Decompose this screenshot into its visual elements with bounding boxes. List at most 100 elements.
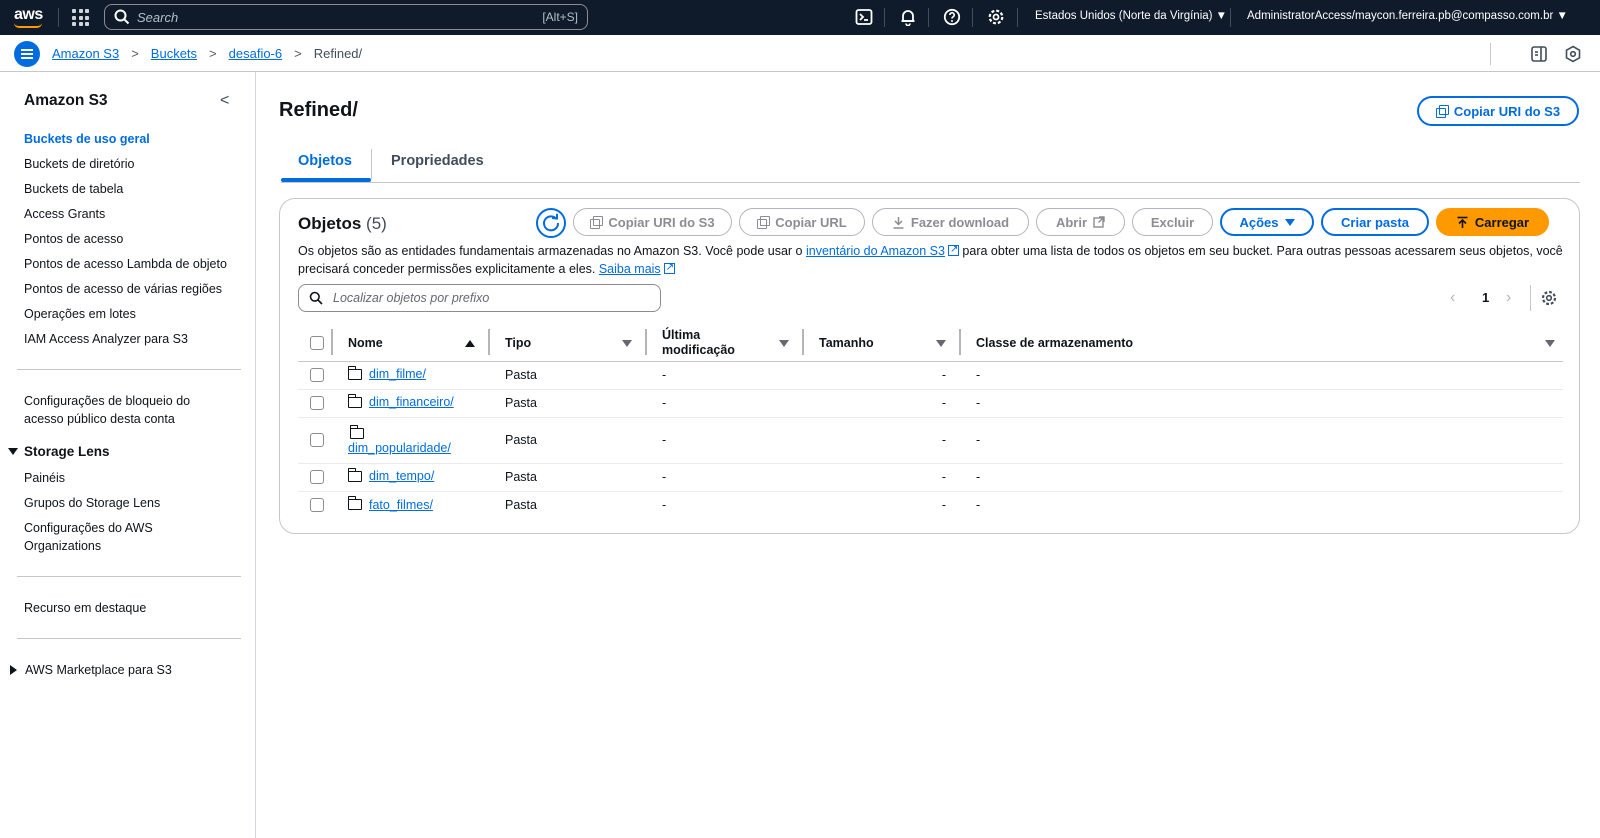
column-header-name[interactable]: Nome [332, 326, 489, 361]
learn-more-link[interactable]: Saiba mais [599, 262, 661, 276]
breadcrumb-amazon-s3[interactable]: Amazon S3 [52, 46, 119, 61]
row-checkbox[interactable] [310, 470, 324, 484]
sidebar-item-access-grants[interactable]: Access Grants [24, 205, 105, 223]
caret-down-icon [1284, 218, 1295, 226]
column-header-storage-class[interactable]: Classe de armazenamento [960, 326, 1563, 361]
objects-panel: Objetos (5) Copiar URI do S3 Copiar URL … [279, 198, 1580, 534]
object-type: Pasta [505, 433, 537, 447]
prefix-search-placeholder: Localizar objetos por prefixo [333, 291, 490, 305]
sidebar-item-aws-organizations-line2[interactable]: Organizations [24, 537, 101, 555]
column-modified-label-1: Última [662, 328, 701, 343]
current-page-number[interactable]: 1 [1482, 290, 1489, 305]
sidebar-item-directory-buckets[interactable]: Buckets de diretório [24, 155, 134, 173]
row-checkbox[interactable] [310, 368, 324, 382]
column-resizer[interactable] [802, 329, 804, 355]
open-button[interactable]: Abrir [1036, 208, 1125, 236]
column-resizer[interactable] [645, 329, 647, 355]
sidebar-item-access-points[interactable]: Pontos de acesso [24, 230, 123, 248]
copy-url-button[interactable]: Copiar URL [739, 208, 865, 236]
search-input[interactable]: Search [Alt+S] [104, 4, 588, 30]
prefix-search-input[interactable]: Localizar objetos por prefixo [298, 284, 661, 312]
table-row[interactable]: dim_financeiro/ Pasta - - - [298, 389, 1563, 417]
divider [884, 8, 885, 27]
sidebar-item-featured[interactable]: Recurso em destaque [24, 599, 146, 617]
sidebar-item-aws-organizations-line1[interactable]: Configurações do AWS [24, 519, 153, 537]
close-sidebar-icon[interactable]: < [220, 92, 229, 110]
tab-objects[interactable]: Objetos [298, 153, 352, 169]
table-preferences-icon[interactable] [1540, 289, 1558, 307]
column-storage-class-label: Classe de armazenamento [976, 336, 1134, 351]
sidebar-item-table-buckets[interactable]: Buckets de tabela [24, 180, 123, 198]
search-shortcut: [Alt+S] [542, 10, 578, 24]
column-resizer[interactable] [331, 329, 333, 355]
breadcrumb-buckets[interactable]: Buckets [151, 46, 197, 61]
divider [17, 576, 241, 577]
cloudshell-icon[interactable] [855, 8, 873, 26]
help-icon[interactable] [943, 8, 961, 26]
divider [1490, 43, 1491, 65]
sidebar-item-general-buckets[interactable]: Buckets de uso geral [24, 130, 150, 148]
table-row[interactable]: fato_filmes/ Pasta - - - [298, 491, 1563, 519]
chevron-right-icon: > [209, 46, 217, 61]
table-row[interactable]: dim_popularidade/ Pasta - - - [298, 417, 1563, 463]
hexagon-settings-icon[interactable] [1564, 45, 1582, 63]
object-size: - [941, 368, 946, 382]
row-checkbox[interactable] [310, 396, 324, 410]
object-name-link[interactable]: dim_popularidade/ [348, 441, 451, 455]
region-selector[interactable]: Estados Unidos (Norte da Virgínia) ▼ [1035, 10, 1227, 22]
aws-logo[interactable]: aws [14, 6, 43, 24]
tab-properties[interactable]: Propriedades [391, 153, 484, 169]
actions-dropdown-button[interactable]: Ações [1220, 208, 1314, 236]
delete-button[interactable]: Excluir [1132, 208, 1213, 236]
object-name-link[interactable]: dim_tempo/ [369, 469, 434, 483]
next-page-icon[interactable]: › [1506, 289, 1511, 307]
row-checkbox[interactable] [310, 433, 324, 447]
divider [1230, 8, 1231, 27]
bell-icon[interactable] [899, 8, 917, 26]
object-name-link[interactable]: fato_filmes/ [369, 498, 433, 512]
previous-page-icon[interactable]: ‹ [1450, 289, 1455, 307]
column-resizer[interactable] [959, 329, 961, 355]
download-button[interactable]: Fazer download [872, 208, 1029, 236]
refresh-icon [543, 213, 560, 232]
column-size-label: Tamanho [819, 336, 874, 351]
account-menu[interactable]: AdministratorAccess/maycon.ferreira.pb@c… [1247, 10, 1568, 22]
objects-description: Os objetos são as entidades fundamentais… [298, 241, 1563, 278]
inventory-link[interactable]: inventário do Amazon S3 [806, 244, 945, 258]
sidebar-title: Amazon S3 [24, 92, 108, 109]
table-row[interactable]: dim_tempo/ Pasta - - - [298, 463, 1563, 491]
object-storage-class: - [976, 433, 981, 447]
sidebar-item-block-public-access-line1[interactable]: Configurações de bloqueio do [24, 392, 190, 410]
column-header-size[interactable]: Tamanho [803, 326, 960, 361]
copy-icon [1435, 105, 1449, 118]
upload-button[interactable]: Carregar [1436, 208, 1549, 236]
object-name-link[interactable]: dim_filme/ [369, 367, 426, 381]
sidebar-item-block-public-access-line2[interactable]: acesso público desta conta [24, 410, 175, 428]
sidebar-item-iam-access-analyzer[interactable]: IAM Access Analyzer para S3 [24, 330, 188, 348]
sidebar-section-storage-lens[interactable]: Storage Lens [8, 444, 110, 459]
info-panel-icon[interactable] [1530, 45, 1548, 63]
row-checkbox[interactable] [310, 498, 324, 513]
table-row[interactable]: dim_filme/ Pasta - - - [298, 361, 1563, 389]
sidebar-item-marketplace[interactable]: AWS Marketplace para S3 [10, 661, 172, 679]
sort-icon [936, 340, 946, 347]
sidebar-item-dashboards[interactable]: Painéis [24, 469, 65, 487]
sidebar-item-batch-operations[interactable]: Operações em lotes [24, 305, 136, 323]
refresh-button[interactable] [536, 208, 566, 238]
create-folder-button[interactable]: Criar pasta [1321, 208, 1429, 236]
apps-grid-icon[interactable] [72, 9, 89, 26]
column-header-last-modified[interactable]: Última modificação [646, 326, 803, 361]
copy-s3-uri-button[interactable]: Copiar URI do S3 [573, 208, 732, 236]
breadcrumb-bucket[interactable]: desafio-6 [229, 46, 282, 61]
column-header-type[interactable]: Tipo [489, 326, 646, 361]
copy-s3-uri-header-button[interactable]: Copiar URI do S3 [1417, 96, 1579, 126]
select-all-checkbox[interactable] [310, 336, 324, 351]
settings-icon[interactable] [987, 8, 1005, 26]
column-resizer[interactable] [488, 329, 490, 355]
sidebar-item-multi-region-access-points[interactable]: Pontos de acesso de várias regiões [24, 280, 222, 298]
sidebar-item-storage-lens-groups[interactable]: Grupos do Storage Lens [24, 494, 160, 512]
menu-toggle-icon[interactable] [14, 41, 40, 67]
object-name-link[interactable]: dim_financeiro/ [369, 395, 454, 409]
object-size: - [941, 498, 946, 513]
sidebar-item-lambda-access-points[interactable]: Pontos de acesso Lambda de objeto [24, 255, 227, 273]
